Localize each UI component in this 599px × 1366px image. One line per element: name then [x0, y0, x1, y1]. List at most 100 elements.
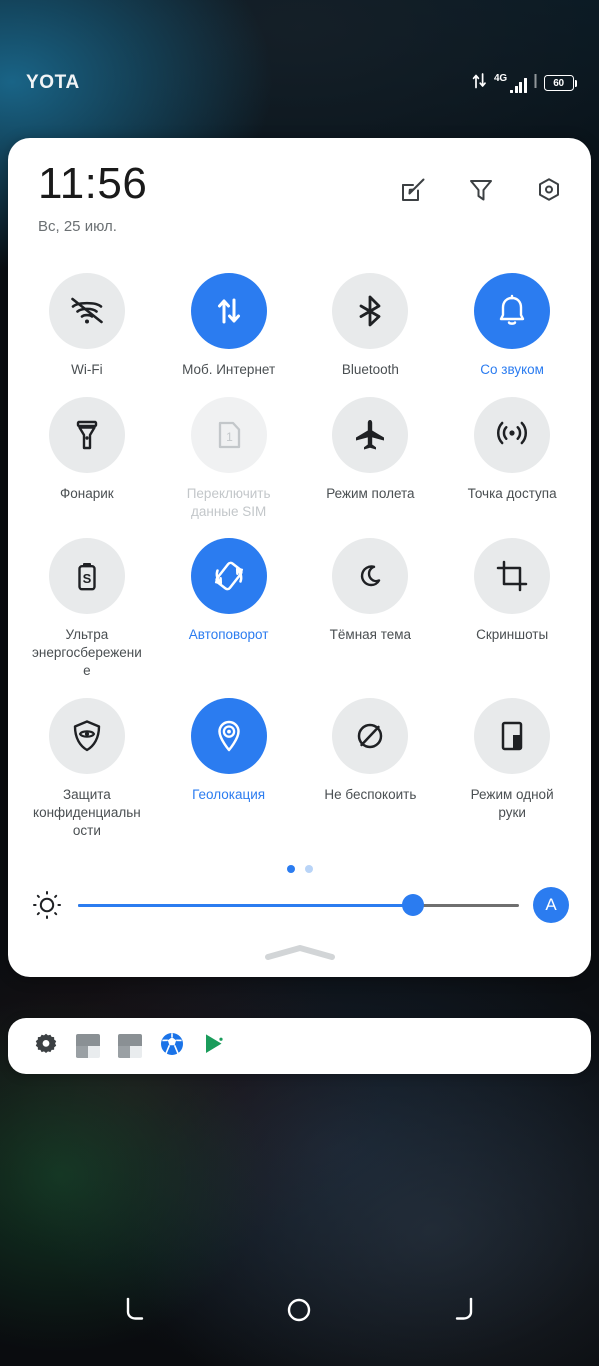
page-indicator[interactable] — [8, 865, 591, 874]
tile-sim-switch[interactable]: 1 Переключить данные SIM — [158, 391, 300, 525]
hotspot-icon — [494, 417, 530, 453]
brightness-row: A — [8, 873, 591, 924]
settings-icon[interactable] — [535, 176, 563, 204]
moon-icon — [353, 559, 387, 593]
tile-label: Защита конфиденциальности — [33, 786, 141, 838]
home-button[interactable] — [276, 1287, 322, 1333]
tile-ultra-power-saving[interactable]: S Ультра энергосбережение — [16, 532, 158, 683]
tile-label: Моб. Интернет — [182, 362, 276, 377]
tile-hotspot[interactable]: Точка доступа — [441, 391, 583, 525]
airplane-icon — [352, 417, 388, 453]
tile-wifi[interactable]: Wi-Fi — [16, 267, 158, 383]
page-dot-1[interactable] — [286, 865, 295, 874]
header-actions — [399, 162, 563, 204]
tile-circle: 1 — [190, 396, 267, 473]
soccer-ball-icon[interactable] — [160, 1032, 184, 1061]
svg-text:1: 1 — [226, 430, 233, 444]
tile-label: Со звуком — [480, 362, 544, 377]
tile-circle — [332, 396, 409, 473]
tile-circle — [332, 273, 409, 349]
tile-circle — [474, 538, 551, 615]
tile-mobile-data[interactable]: Моб. Интернет — [158, 267, 300, 383]
tile-circle — [332, 538, 409, 615]
location-pin-icon — [211, 718, 247, 754]
carrier-label: YOTA — [26, 72, 80, 93]
tile-circle — [190, 273, 267, 349]
status-icons: 4G 60 — [472, 38, 577, 94]
tile-label: Режим полета — [326, 485, 415, 501]
filter-icon[interactable] — [467, 176, 495, 204]
mobile-data-icon — [211, 293, 247, 329]
page-dot-2[interactable] — [304, 865, 313, 874]
tile-label: Тёмная тема — [329, 627, 412, 643]
tile-label: Автоповорот — [188, 627, 269, 643]
tile-bluetooth[interactable]: Bluetooth — [300, 267, 442, 383]
data-transfer-icon — [472, 72, 487, 94]
tile-screenshots[interactable]: Скриншоты — [441, 532, 583, 683]
tile-label: Фонарик — [60, 485, 114, 501]
auto-rotate-icon — [210, 557, 248, 595]
tile-circle — [48, 697, 125, 774]
slider-thumb[interactable] — [402, 894, 425, 917]
quick-settings-panel: 11:56 Вс, 25 июл. Wi-Fi Моб. Интернет Bl… — [8, 138, 591, 978]
tile-location[interactable]: Геолокация — [158, 692, 300, 843]
network-type-label: 4G — [494, 72, 507, 84]
collapse-chevron-icon — [264, 945, 336, 961]
shield-eye-icon — [69, 718, 105, 754]
tile-label: Bluetooth — [341, 362, 399, 377]
tile-dark-theme[interactable]: Тёмная тема — [300, 532, 442, 683]
tile-circle — [48, 396, 125, 473]
clock-label: 11:56 — [38, 159, 148, 208]
app-placeholder-icon[interactable] — [76, 1034, 100, 1058]
battery-level-label: 60 — [553, 77, 564, 89]
tile-circle — [190, 697, 267, 774]
edit-tiles-icon[interactable] — [399, 176, 427, 204]
sim-card-icon: 1 — [213, 419, 245, 451]
panel-header: 11:56 Вс, 25 июл. — [8, 152, 591, 235]
settings-gear-icon[interactable] — [34, 1032, 58, 1061]
flashlight-icon — [70, 418, 104, 452]
tile-label: Ультра энергосбережение — [32, 627, 142, 679]
signal-strength-icon: 4G — [494, 72, 527, 93]
collapse-handle[interactable] — [8, 923, 591, 977]
tile-sound[interactable]: Со звуком — [441, 267, 583, 383]
signal-divider-icon — [534, 73, 537, 94]
tile-do-not-disturb[interactable]: Не беспокоить — [300, 692, 442, 843]
battery-icon: 60 — [543, 75, 577, 91]
slider-fill — [78, 903, 414, 908]
tile-circle — [190, 538, 267, 615]
auto-brightness-button[interactable]: A — [533, 887, 569, 924]
tile-circle — [474, 697, 551, 774]
date-label: Вс, 25 июл. — [38, 218, 117, 235]
do-not-disturb-icon — [353, 719, 387, 753]
notification-shelf[interactable] — [8, 1018, 591, 1074]
navigation-bar — [0, 1254, 599, 1366]
tile-one-hand-mode[interactable]: Режим одной руки — [441, 692, 583, 843]
tile-privacy-protection[interactable]: Защита конфиденциальности — [16, 692, 158, 843]
back-button[interactable] — [114, 1287, 160, 1333]
screenshot-crop-icon — [495, 559, 529, 593]
tile-circle: S — [48, 538, 125, 615]
one-hand-mode-icon — [496, 720, 528, 752]
tile-auto-rotate[interactable]: Автоповорот — [158, 532, 300, 683]
tile-label: Переключить данные SIM — [186, 485, 271, 519]
bluetooth-icon — [353, 294, 387, 328]
svg-text:S: S — [83, 571, 92, 586]
recents-button[interactable] — [439, 1287, 485, 1333]
brightness-sun-icon — [30, 888, 64, 922]
tile-label: Режим одной руки — [470, 786, 554, 820]
tile-airplane-mode[interactable]: Режим полета — [300, 391, 442, 525]
app-placeholder-icon[interactable] — [118, 1034, 142, 1058]
tile-circle — [332, 697, 409, 774]
battery-saver-icon: S — [71, 560, 103, 592]
tile-flashlight[interactable]: Фонарик — [16, 391, 158, 525]
tile-label: Не беспокоить — [324, 786, 417, 802]
bell-icon — [494, 293, 530, 329]
tile-label: Геолокация — [192, 786, 266, 802]
play-store-icon[interactable] — [202, 1032, 226, 1061]
tile-circle — [48, 273, 125, 349]
clock-block: 11:56 Вс, 25 июл. — [38, 159, 148, 236]
tile-label: Wi-Fi — [71, 362, 103, 377]
brightness-slider[interactable] — [78, 892, 519, 918]
status-bar: YOTA 4G 60 — [0, 0, 599, 132]
